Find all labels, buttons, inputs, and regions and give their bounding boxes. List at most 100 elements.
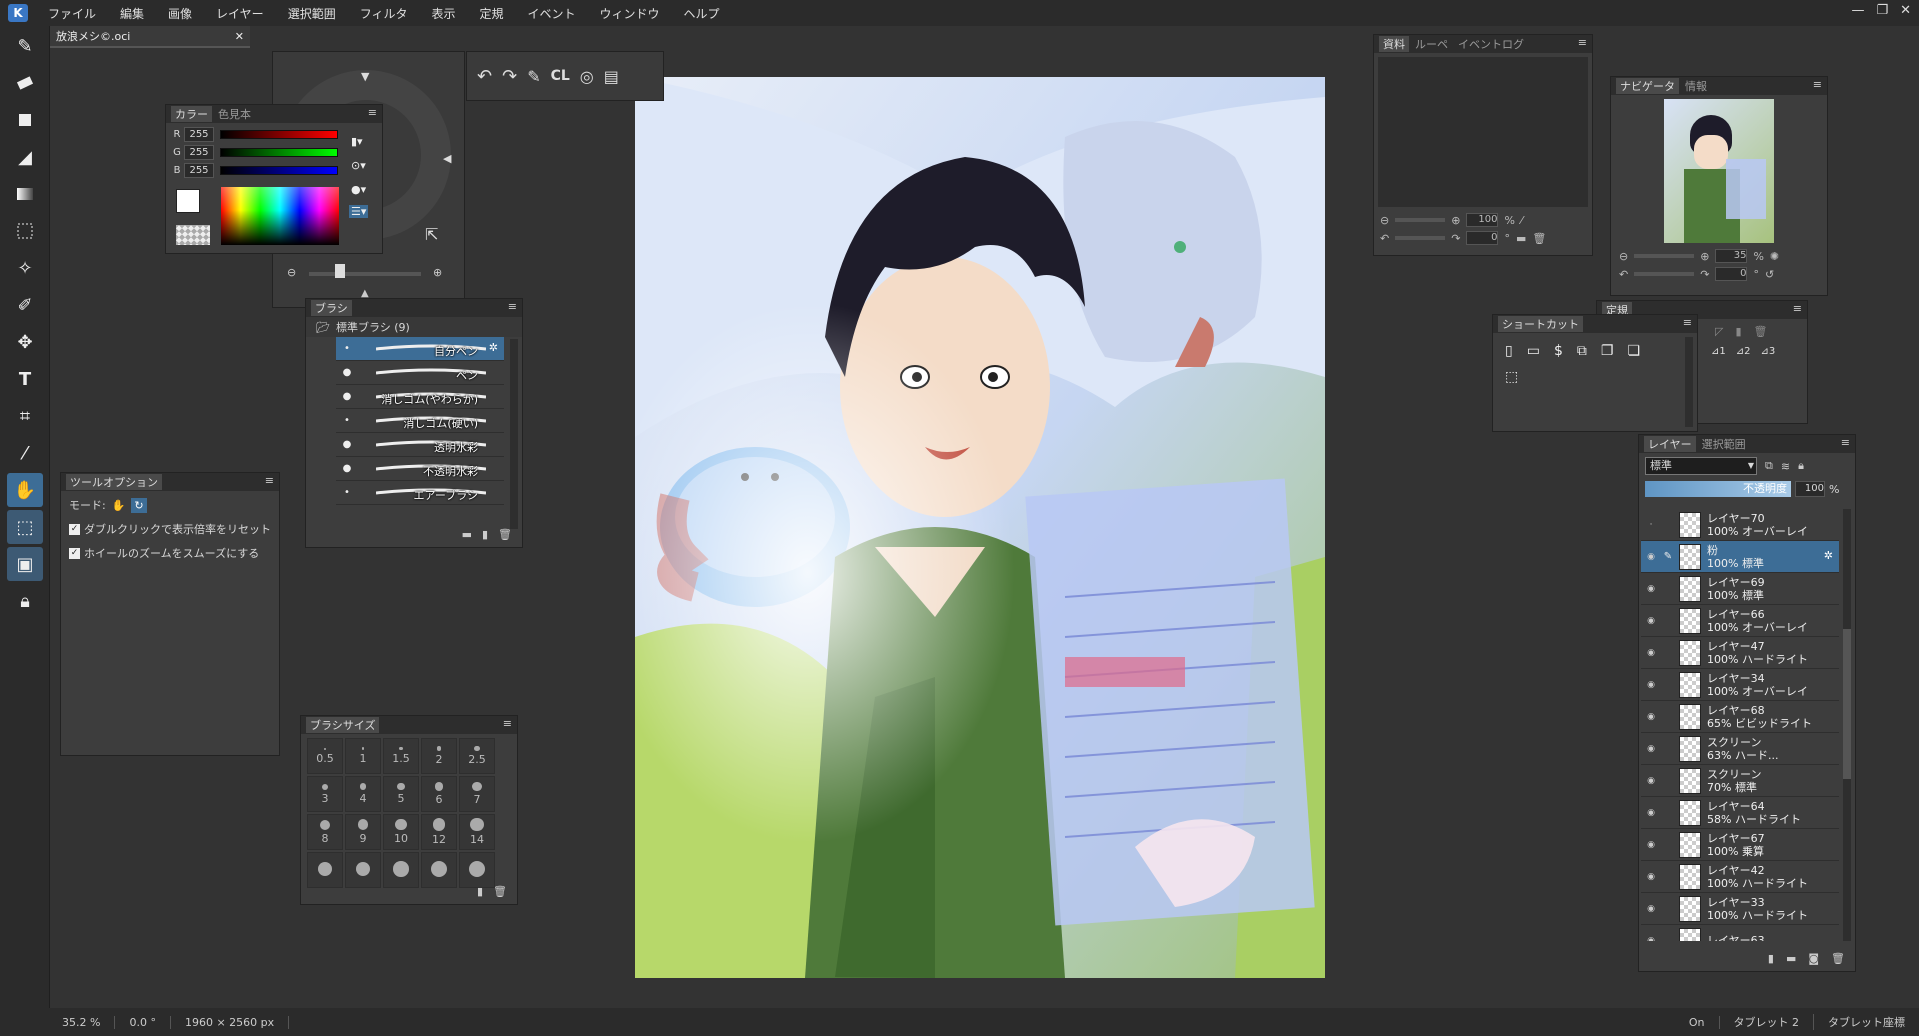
eraser-tool-icon[interactable] (7, 66, 43, 100)
menu-event[interactable]: イベント (516, 5, 588, 22)
menu-file[interactable]: ファイル (36, 5, 108, 22)
add-size-icon[interactable]: ▮ (477, 885, 483, 898)
brush-item[interactable]: ● 消しゴム(やわらか) (336, 385, 504, 409)
brush-item[interactable]: • エアーブラシ (336, 481, 504, 505)
layer-lock-icon[interactable]: 🔒︎ (1798, 459, 1804, 473)
menu-selection[interactable]: 選択範囲 (276, 5, 348, 22)
rotate-mode-icon[interactable]: ↻ (131, 497, 147, 513)
new-file-icon[interactable]: ▯ (1505, 343, 1513, 359)
select-all-icon[interactable]: ⬚ (1505, 369, 1518, 385)
layer-mask-icon[interactable]: ◙ (1808, 952, 1819, 965)
layer-row[interactable]: ◉ レイヤー47 100% ハードライト (1641, 637, 1839, 669)
list-icon[interactable]: ☰▾ (349, 205, 369, 218)
rotate-left-icon[interactable]: ↶ (1380, 232, 1389, 245)
angle-value[interactable]: 0 (1466, 231, 1499, 245)
zoom-in-icon[interactable]: ⊕ (1451, 214, 1460, 227)
materials-area[interactable] (1378, 57, 1588, 207)
layer-row[interactable]: ◉ ✎ 粉 100% 標準 ✲ (1641, 541, 1839, 573)
blue-slider[interactable] (220, 165, 338, 175)
tab-selection[interactable]: 選択範囲 (1698, 436, 1750, 452)
tab-event-log[interactable]: イベントログ (1454, 36, 1528, 52)
option2-checkbox[interactable]: ✓ (69, 547, 80, 559)
green-value[interactable]: 255 (184, 144, 214, 160)
panel-menu-icon[interactable]: ≡ (503, 717, 512, 730)
brush-size-cell[interactable]: 2 (421, 738, 457, 774)
fill-bucket-icon[interactable]: ◢ (7, 140, 43, 174)
panel-menu-icon[interactable]: ≡ (1813, 78, 1822, 91)
layer-row[interactable]: ◉ レイヤー67 100% 乗算 (1641, 829, 1839, 861)
delete-size-icon[interactable]: 🗑︎ (493, 885, 507, 898)
visibility-eye-icon[interactable]: ◉ (1641, 872, 1661, 882)
zoom-in-icon[interactable]: ⊕ (433, 266, 442, 279)
ruler-delete-icon[interactable]: 🗑︎ (1754, 325, 1768, 338)
layer-effect-icon[interactable]: ⧉ (1765, 459, 1773, 473)
angle-slider[interactable] (1395, 236, 1446, 240)
brush-size-cell[interactable]: 4 (345, 776, 381, 812)
layer-row[interactable]: ◉ レイヤー64 58% ハードライト (1641, 797, 1839, 829)
magic-wand-icon[interactable]: ✧ (7, 251, 43, 285)
panel-menu-icon[interactable]: ≡ (1683, 316, 1692, 329)
layer-row[interactable]: ◉ レイヤー42 100% ハードライト (1641, 861, 1839, 893)
tablet-mode-a-icon[interactable]: ⬚ (7, 510, 43, 544)
panel-menu-icon[interactable]: ≡ (1841, 436, 1850, 449)
delete-brush-icon[interactable]: 🗑︎ (498, 528, 512, 541)
open-folder-icon[interactable]: ▬ (1516, 232, 1526, 245)
save-icon[interactable]: $ (1554, 343, 1563, 359)
visibility-eye-icon[interactable]: ◉ (1641, 584, 1661, 594)
brush-size-cell[interactable]: 5 (383, 776, 419, 812)
panel-menu-icon[interactable]: ≡ (1793, 302, 1802, 315)
visibility-eye-icon[interactable]: ◉ (1641, 712, 1661, 722)
zoom-value[interactable]: 100 (1466, 213, 1499, 227)
brush-size-cell[interactable]: 1.5 (383, 738, 419, 774)
brush-item[interactable]: • 自分ペン ✲ (336, 337, 504, 361)
brush-size-cell[interactable] (345, 852, 381, 888)
dot-icon[interactable]: ●▾ (351, 183, 366, 196)
select-pen-icon[interactable]: ✐ (7, 288, 43, 322)
brush-scrollbar[interactable] (510, 339, 518, 529)
layer-row[interactable]: ◉ レイヤー63 (1641, 925, 1839, 941)
brush-size-cell[interactable]: 9 (345, 814, 381, 850)
new-layer-folder-icon[interactable]: ▬ (1786, 952, 1796, 965)
layer-row[interactable]: ◉ レイヤー33 100% ハードライト (1641, 893, 1839, 925)
red-slider[interactable] (220, 129, 338, 139)
blue-value[interactable]: 255 (184, 162, 214, 178)
crop-tool-icon[interactable]: ⌗ (7, 399, 43, 433)
new-folder-icon[interactable]: ▬ (462, 528, 472, 541)
nav-rotate-left-icon[interactable]: ↶ (1619, 268, 1628, 281)
layer-row[interactable]: · レイヤー70 100% オーバーレイ (1641, 509, 1839, 541)
tab-loupe[interactable]: ルーペ (1411, 36, 1452, 52)
menu-ruler[interactable]: 定規 (467, 5, 515, 22)
brush-size-cell[interactable] (459, 852, 495, 888)
menu-image[interactable]: 画像 (156, 5, 204, 22)
target-icon[interactable]: ◎ (580, 67, 594, 86)
lock-icon[interactable]: 🔒︎ (7, 584, 43, 618)
tab-navigator[interactable]: ナビゲータ (1616, 78, 1679, 94)
menu-view[interactable]: 表示 (419, 5, 467, 22)
nav-zoom-value[interactable]: 35 (1715, 249, 1748, 263)
pen-tool-icon[interactable]: ✎ (7, 29, 43, 63)
undo-icon[interactable]: ↶ (477, 66, 492, 87)
tab-color[interactable]: カラー (171, 106, 212, 122)
open-file-icon[interactable]: ▭ (1527, 343, 1540, 359)
clear-button[interactable]: CL (551, 68, 570, 84)
close-document-icon[interactable]: ✕ (235, 30, 244, 43)
color-spectrum[interactable] (221, 187, 339, 245)
visibility-eye-icon[interactable]: ◉ (1641, 840, 1661, 850)
select-rect-icon[interactable] (7, 214, 43, 248)
brush-item[interactable]: ● ペン (336, 361, 504, 385)
eyedropper-icon[interactable]: ⁄ (1521, 214, 1523, 227)
zoom-slider[interactable] (309, 272, 421, 276)
delete-layer-icon[interactable]: 🗑︎ (1831, 952, 1845, 965)
brush-size-cell[interactable]: 7 (459, 776, 495, 812)
zoom-out-icon[interactable]: ⊖ (287, 266, 296, 279)
red-value[interactable]: 255 (184, 126, 214, 142)
brush-item[interactable]: ● 透明水彩 (336, 433, 504, 457)
nav-angle-value[interactable]: 0 (1715, 267, 1748, 281)
visibility-eye-icon[interactable]: ◉ (1641, 776, 1661, 786)
copy-icon[interactable]: ❐ (1601, 343, 1614, 359)
foreground-color-swatch[interactable] (176, 189, 200, 213)
paste-icon[interactable]: ❏ (1627, 343, 1640, 359)
opacity-slider[interactable]: 不透明度 (1645, 481, 1791, 497)
delete-material-icon[interactable]: 🗑︎ (1532, 232, 1546, 245)
brush-size-cell[interactable] (307, 852, 343, 888)
